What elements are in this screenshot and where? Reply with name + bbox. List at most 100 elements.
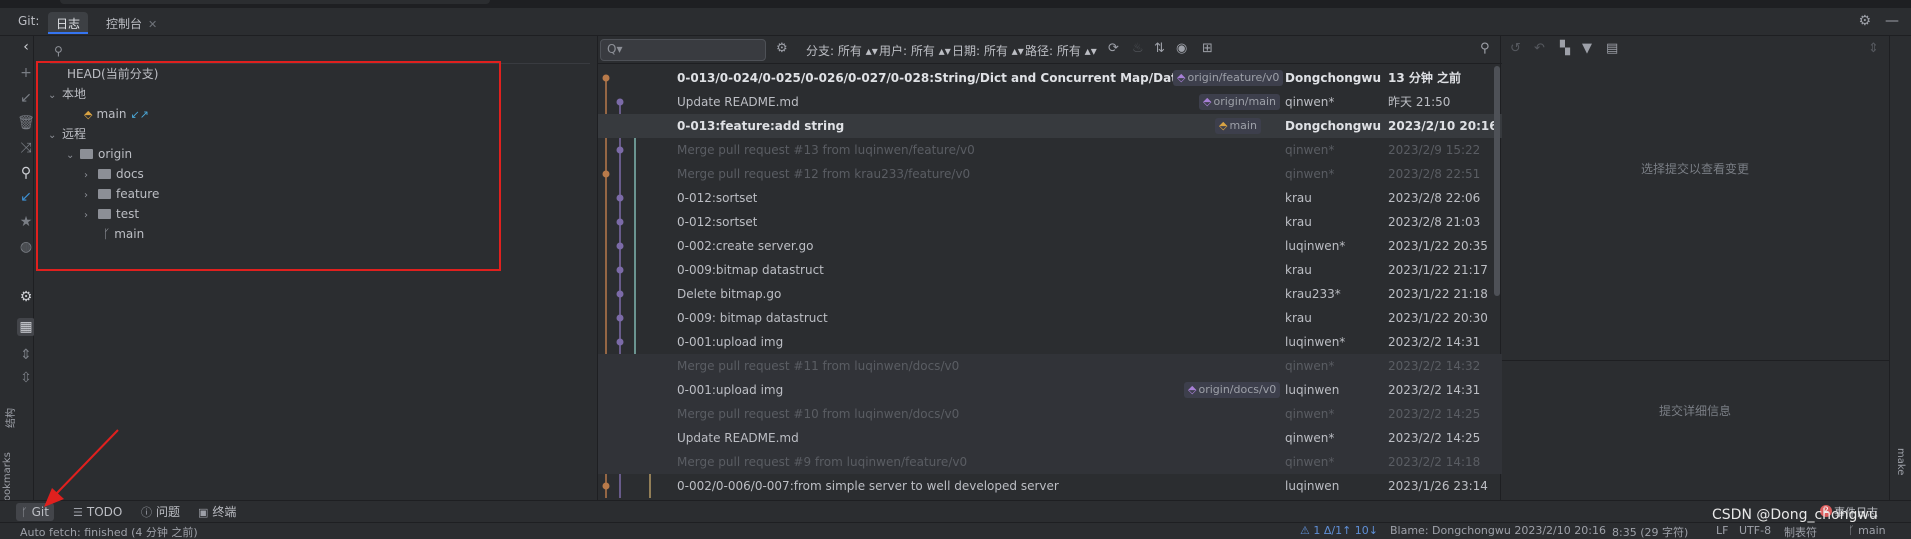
commit-date: 2023/1/22 21:18 xyxy=(1388,287,1488,301)
commit-message: 0-002/0-006/0-007:from simple server to … xyxy=(677,479,1059,493)
blame-status[interactable]: Blame: Dongchongwu 2023/2/10 20:16 xyxy=(1390,524,1606,537)
commit-row[interactable]: Merge pull request #13 from luqinwen/fea… xyxy=(598,138,1502,162)
tab-todo[interactable]: ☰ TODO xyxy=(68,503,127,521)
ref-name: origin/feature/v0 xyxy=(1187,71,1280,84)
commit-row[interactable]: 0-002/0-006/0-007:from simple server to … xyxy=(598,474,1502,498)
auto-fetch-status[interactable]: Auto fetch: finished (4 分钟 之前) xyxy=(20,524,198,539)
bitmap-tab-ghost xyxy=(60,0,490,4)
commit-row[interactable]: 0-012:sortset krau 2023/2/8 21:03 xyxy=(598,210,1502,234)
commit-date: 2023/2/2 14:25 xyxy=(1388,431,1481,445)
commit-row[interactable]: 0-013/0-024/0-025/0-026/0-027/0-028:Stri… xyxy=(598,66,1502,90)
filter-user[interactable]: 用户: 所有 ▴▾ xyxy=(879,42,951,59)
refresh-icon[interactable]: ⟳ xyxy=(1108,41,1119,56)
log-search-input[interactable]: Q▾ xyxy=(600,39,766,61)
tab-problems[interactable]: ⓘ 问题 xyxy=(136,503,185,521)
encoding[interactable]: UTF-8 xyxy=(1739,524,1771,537)
commit-message: 0-012:sortset xyxy=(677,215,758,229)
commit-row[interactable]: Merge pull request #9 from luqinwen/feat… xyxy=(598,450,1502,474)
commit-author: luqinwen xyxy=(1285,383,1340,397)
search-icon[interactable]: ⚲ xyxy=(17,164,35,182)
commit-row[interactable]: 0-009: bitmap datastruct krau 2023/1/22 20… xyxy=(598,306,1502,330)
eye-icon[interactable]: ◉ xyxy=(1176,41,1187,56)
group-icon[interactable]: ▚ xyxy=(1560,41,1570,56)
ref-name: main xyxy=(1229,119,1257,132)
filter-date[interactable]: 日期: 所有 ▴▾ xyxy=(952,42,1024,59)
commit-row[interactable]: 0-001:upload img luqinwen* 2023/2/2 14:31 xyxy=(598,330,1502,354)
tab-log-label: 日志 xyxy=(56,17,81,31)
git-branch-label: main xyxy=(1858,524,1886,537)
sort-icon[interactable]: ⇅ xyxy=(1154,41,1165,56)
csdn-watermark: CSDN @Dong_chongwu xyxy=(1712,507,1878,523)
tab-terminal[interactable]: ▣ 终端 xyxy=(193,503,241,521)
commit-row[interactable]: Delete bitmap.go krau233* 2023/1/22 21:18 xyxy=(598,282,1502,306)
commit-row[interactable]: 0-002:create server.go luqinwen* 2023/1/22… xyxy=(598,234,1502,258)
new-tab-icon[interactable]: ⊞ xyxy=(1202,41,1213,56)
undo-icon[interactable]: ↺ xyxy=(1510,41,1521,56)
star-icon[interactable]: ★ xyxy=(17,213,35,231)
commit-row[interactable]: 0-009:bitmap datastruct krau 2023/1/22 21:… xyxy=(598,258,1502,282)
filter-path[interactable]: 路径: 所有 ▴▾ xyxy=(1025,42,1097,59)
fetch-icon[interactable]: ↙ xyxy=(17,188,35,206)
tab-console[interactable]: 控制台 ✕ xyxy=(98,12,165,34)
structure-label[interactable]: 结构 xyxy=(2,408,17,428)
settings-icon[interactable]: ⚙ xyxy=(17,288,35,306)
expand-icon[interactable]: ⇕ xyxy=(1868,41,1879,56)
ref-name: origin/docs/v0 xyxy=(1198,383,1277,396)
commit-row[interactable]: 0-013:feature:add string ⬘ main Dongchongwu… xyxy=(598,114,1502,138)
left-tool-strip: ‹ + ↙ 🗑 ⤨ ⚲ ↙ ★ ◍ ⚙ ▦ ⇕ ⇳ 结构 Bookmarks xyxy=(0,36,35,508)
gear-icon[interactable]: ⚙ xyxy=(1858,13,1871,29)
commit-row[interactable]: Merge pull request #11 from luqinwen/doc… xyxy=(598,354,1502,378)
delete-icon[interactable]: 🗑 xyxy=(17,114,35,132)
revert-icon[interactable]: ↶ xyxy=(1534,41,1545,56)
commit-date: 2023/2/9 15:22 xyxy=(1388,143,1481,157)
caret-position[interactable]: 8:35 (29 字符) xyxy=(1612,524,1688,539)
minimize-icon[interactable]: — xyxy=(1885,13,1899,29)
tag-icon: ⬘ xyxy=(1188,383,1197,396)
vcs-status[interactable]: ⚠ 1 Δ/1↑ 10↓ xyxy=(1300,524,1378,537)
tab-git[interactable]: ᚴ Git xyxy=(16,503,54,521)
commit-author: qinwen* xyxy=(1285,455,1335,469)
add-icon[interactable]: + xyxy=(17,64,35,82)
commit-row[interactable]: Update README.md ⬘ origin/main qinwen* 昨天 21… xyxy=(598,90,1502,114)
close-icon[interactable]: ✕ xyxy=(148,18,157,31)
details-panel: ↺ ↶ ▚ ▼ ▤ ⇕ ⇳ 选择提交以查看变更 提交详细信息 xyxy=(1502,36,1911,500)
tab-log[interactable]: 日志 xyxy=(48,12,89,34)
search-icon[interactable]: ⚲ xyxy=(1480,41,1490,56)
commit-row[interactable]: Merge pull request #12 from krau233/feat… xyxy=(598,162,1502,186)
commit-row[interactable]: Update README.md qinwen* 2023/2/2 14:25 xyxy=(598,426,1502,450)
commit-row[interactable]: 0-012:sortset krau 2023/2/8 22:06 xyxy=(598,186,1502,210)
status-bar: Auto fetch: finished (4 分钟 之前) ⚠ 1 Δ/1↑ … xyxy=(0,522,1911,539)
commit-message: Update README.md xyxy=(677,95,799,109)
indent[interactable]: 制表符 xyxy=(1784,524,1817,539)
details-divider xyxy=(1502,360,1911,361)
commit-message: 0-013:feature:add string xyxy=(677,119,845,133)
collapse-left-icon[interactable]: ‹ xyxy=(17,38,35,56)
cherry-pick-icon[interactable]: ♨ xyxy=(1132,41,1144,56)
commit-date: 2023/2/10 20:16 xyxy=(1388,119,1498,133)
filter-branch[interactable]: 分支: 所有 ▴▾ xyxy=(806,42,878,59)
commit-date: 2023/1/22 21:17 xyxy=(1388,263,1488,277)
globe-icon[interactable]: ◍ xyxy=(17,238,35,256)
git-branch-status[interactable]: ᚴ main xyxy=(1848,524,1886,537)
arrow-down-left-icon[interactable]: ↙ xyxy=(17,89,35,107)
commit-author: Dongchongwu xyxy=(1285,119,1381,133)
commit-row[interactable]: Merge pull request #10 from luqinwen/doc… xyxy=(598,402,1502,426)
expand-all-icon[interactable]: ⇕ xyxy=(17,346,35,364)
filter-icon[interactable]: ▼ xyxy=(1582,41,1592,56)
layout-icon[interactable]: ▤ xyxy=(1606,41,1618,56)
commit-row[interactable]: 0-001:upload img ⬘ origin/docs/v0 luqinwen 2… xyxy=(598,378,1502,402)
make-label[interactable]: make xyxy=(1895,448,1906,475)
commit-message: Merge pull request #12 from krau233/feat… xyxy=(677,167,971,181)
commit-date: 2023/2/2 14:18 xyxy=(1388,455,1481,469)
log-panel: Q▾ ⚙ 分支: 所有 ▴▾ 用户: 所有 ▴▾ 日期: 所有 ▴▾ 路径: 所… xyxy=(597,36,1502,500)
commit-author: luqinwen* xyxy=(1285,335,1346,349)
line-separator[interactable]: LF xyxy=(1716,524,1728,537)
collapse-all-icon[interactable]: ⇳ xyxy=(17,369,35,387)
commit-message: 0-009:bitmap datastruct xyxy=(677,263,824,277)
commit-date: 2023/2/2 14:32 xyxy=(1388,359,1481,373)
gear-icon[interactable]: ⚙ xyxy=(776,41,788,56)
commit-author: krau233* xyxy=(1285,287,1341,301)
log-scrollbar[interactable] xyxy=(1494,66,1500,296)
branches-panel-toggle-icon[interactable]: ▦ xyxy=(17,318,35,336)
merge-icon[interactable]: ⤨ xyxy=(17,139,35,157)
